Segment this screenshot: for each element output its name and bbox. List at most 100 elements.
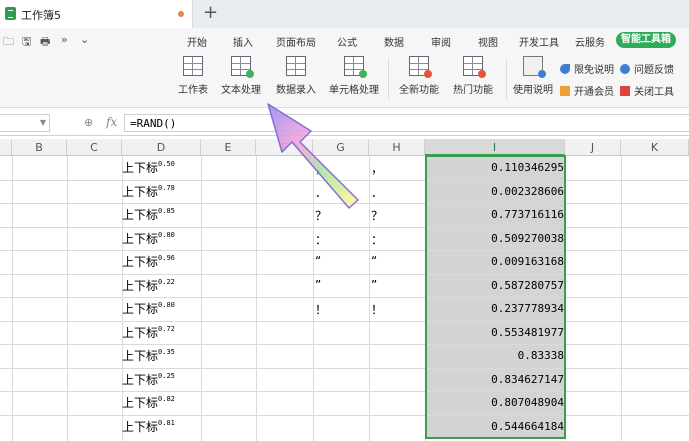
- print-icon[interactable]: 🖶: [40, 33, 50, 52]
- tab-data[interactable]: 数据: [384, 34, 404, 49]
- cell-process-button[interactable]: 单元格处理: [326, 56, 382, 96]
- superscript: 0.50: [158, 160, 175, 168]
- feedback-link[interactable]: 问题反馈: [620, 61, 674, 76]
- cell-d[interactable]: 上下标0.50: [122, 159, 175, 176]
- cell-g[interactable]: ，: [315, 160, 327, 177]
- cell-h[interactable]: ．: [371, 184, 383, 201]
- tab-formulas[interactable]: 公式: [337, 34, 357, 49]
- fx-icon[interactable]: fx: [106, 115, 117, 129]
- cell-h[interactable]: ，: [371, 160, 383, 177]
- cell-i[interactable]: 0.002328606: [426, 185, 564, 198]
- column-header-g[interactable]: G: [313, 139, 369, 156]
- column-header-h[interactable]: H: [369, 139, 425, 156]
- cell-i[interactable]: 0.587280757: [426, 279, 564, 292]
- cell-d[interactable]: 上下标0.72: [122, 324, 175, 341]
- superscript: 0.82: [158, 395, 175, 403]
- tab-developer[interactable]: 开发工具: [519, 34, 559, 49]
- column-header-a[interactable]: [0, 139, 12, 156]
- data-entry-button[interactable]: 数据录入: [273, 56, 319, 96]
- tab-cloud[interactable]: 云服务: [575, 34, 605, 49]
- cell-d[interactable]: 上下标0.35: [122, 347, 175, 364]
- cell-d[interactable]: 上下标0.22: [122, 277, 175, 294]
- worksheet-button[interactable]: 工作表: [173, 56, 213, 96]
- cell-d[interactable]: 上下标0.25: [122, 371, 175, 388]
- column-header-b[interactable]: B: [12, 139, 67, 156]
- tab-smart-toolbox[interactable]: 智能工具箱: [616, 32, 676, 48]
- tab-view[interactable]: 视图: [478, 34, 498, 49]
- cell-i[interactable]: 0.773716116: [426, 208, 564, 221]
- column-header-f[interactable]: F: [256, 139, 313, 156]
- customize-chevron-icon[interactable]: ⌄: [80, 33, 89, 46]
- superscript: 0.80: [158, 301, 175, 309]
- column-header-d[interactable]: D: [122, 139, 201, 156]
- name-box[interactable]: ▼: [0, 114, 50, 132]
- more-icon[interactable]: »: [61, 33, 68, 46]
- cell-g[interactable]: “: [315, 254, 321, 268]
- menu-bar: 🗀 🖫 🖶 » ⌄ 开始 插入 页面布局 公式 数据 审阅 视图 开发工具 云服…: [0, 28, 689, 52]
- cell-i[interactable]: 0.807048904: [426, 396, 564, 409]
- hot-feature-button[interactable]: 热门功能: [450, 56, 496, 96]
- column-header-i[interactable]: I: [425, 139, 565, 156]
- open-folder-icon[interactable]: 🗀: [3, 33, 14, 52]
- chevron-down-icon[interactable]: ▼: [40, 118, 46, 127]
- usage-info-button[interactable]: 使用说明: [512, 56, 554, 96]
- zoom-icon[interactable]: ⊕: [84, 116, 93, 129]
- column-header-k[interactable]: K: [621, 139, 689, 156]
- cell-text: 上下标: [122, 302, 159, 316]
- column-header-e[interactable]: E: [201, 139, 256, 156]
- new-feature-button[interactable]: 全新功能: [396, 56, 442, 96]
- tab-review[interactable]: 审阅: [431, 34, 451, 49]
- cell-i[interactable]: 0.237778934: [426, 302, 564, 315]
- cell-i[interactable]: 0.553481977: [426, 326, 564, 339]
- doc-tab[interactable]: 工作簿5: [0, 0, 193, 28]
- cell-d[interactable]: 上下标0.80: [122, 300, 175, 317]
- cell-d[interactable]: 上下标0.80: [122, 230, 175, 247]
- cell-d[interactable]: 上下标0.81: [122, 418, 175, 435]
- superscript: 0.72: [158, 324, 175, 333]
- cell-i[interactable]: 0.110346295: [426, 161, 564, 174]
- cell-text: 上下标: [122, 396, 159, 410]
- cell-d[interactable]: 上下标0.82: [122, 394, 175, 411]
- usage-info-icon: [523, 56, 546, 78]
- free-info-link[interactable]: 限免说明: [560, 61, 614, 76]
- close-icon: [620, 86, 630, 96]
- cell-h[interactable]: ！: [371, 301, 383, 318]
- cell-i[interactable]: 0.544664184: [426, 420, 564, 433]
- hot-feature-icon: [463, 56, 486, 78]
- table-row: 上下标0.82 0.807048904: [0, 391, 689, 415]
- column-header-c[interactable]: C: [67, 139, 122, 156]
- tab-home[interactable]: 开始: [187, 34, 207, 49]
- cell-i[interactable]: 0.83338: [426, 349, 564, 362]
- hot-feature-label: 热门功能: [453, 85, 493, 96]
- membership-label: 开通会员: [574, 87, 614, 98]
- cell-h[interactable]: ？: [371, 207, 383, 224]
- cell-d[interactable]: 上下标0.78: [122, 183, 175, 200]
- cell-d[interactable]: 上下标0.96: [122, 253, 175, 270]
- formula-bar: ▼ ⊕ fx =RAND(): [0, 111, 689, 136]
- cell-g[interactable]: ：: [315, 231, 327, 248]
- cell-i[interactable]: 0.009163168: [426, 255, 564, 268]
- cell-i[interactable]: 0.834627147: [426, 373, 564, 386]
- cell-h[interactable]: ”: [371, 278, 377, 292]
- ribbon: 工作表 文本处理 数据录入 单元格处理 全新功能 热门功能 使用说明 限免说明 …: [0, 52, 689, 108]
- new-tab-button[interactable]: +: [203, 3, 218, 23]
- membership-link[interactable]: 开通会员: [560, 83, 614, 98]
- ribbon-separator: [506, 58, 507, 100]
- cell-h[interactable]: ：: [371, 231, 383, 248]
- table-row: 上下标0.72 0.553481977: [0, 321, 689, 345]
- cell-d[interactable]: 上下标0.85: [122, 206, 175, 223]
- cell-g[interactable]: ”: [315, 278, 321, 292]
- tab-insert[interactable]: 插入: [233, 34, 253, 49]
- cell-i[interactable]: 0.509270038: [426, 232, 564, 245]
- cell-h[interactable]: “: [371, 254, 377, 268]
- text-process-button[interactable]: 文本处理: [216, 56, 266, 96]
- save-icon[interactable]: 🖫: [22, 33, 31, 52]
- table-row: 上下标0.22 ” ” 0.587280757: [0, 274, 689, 298]
- cell-g[interactable]: ！: [315, 301, 327, 318]
- column-header-j[interactable]: J: [565, 139, 621, 156]
- formula-input[interactable]: =RAND(): [124, 114, 689, 132]
- close-tool-link[interactable]: 关闭工具: [620, 83, 674, 98]
- cell-g[interactable]: ？: [315, 207, 327, 224]
- tab-page-layout[interactable]: 页面布局: [276, 34, 316, 49]
- cell-g[interactable]: ．: [315, 184, 327, 201]
